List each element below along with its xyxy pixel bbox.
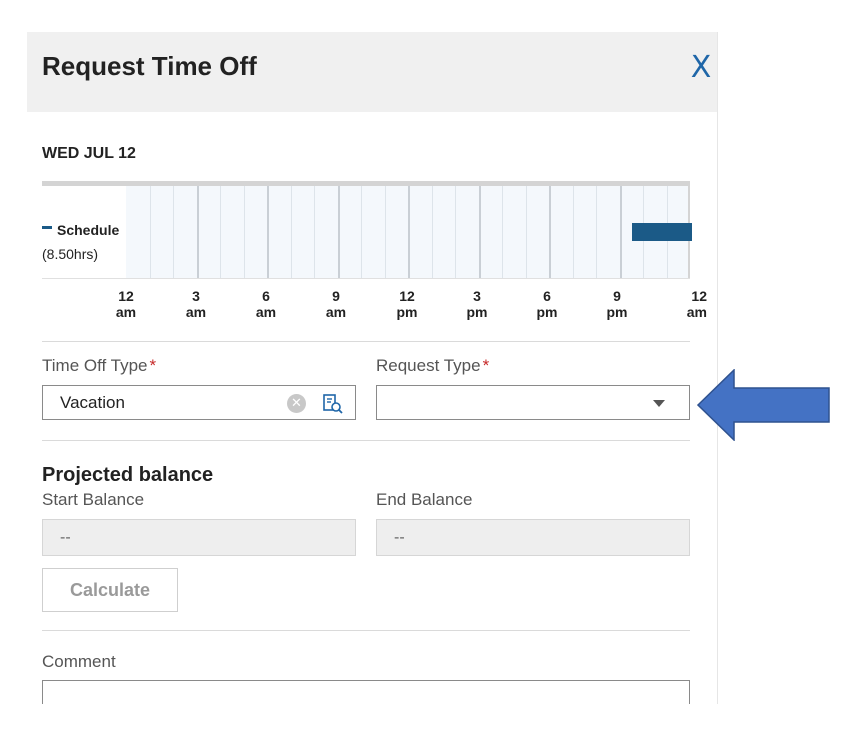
end-balance-label: End Balance (376, 490, 473, 509)
schedule-timeline: Schedule (8.50hrs) (42, 181, 692, 279)
divider (42, 630, 690, 631)
tick-label: 3 am (176, 288, 216, 320)
timeline-hour-gridline (385, 186, 386, 278)
timeline-hour-gridline (432, 186, 433, 278)
start-balance-label: Start Balance (42, 490, 145, 509)
timeline-hour-gridline (620, 186, 622, 278)
start-balance-field: -- (42, 519, 356, 556)
tick-hour: 12 (399, 288, 415, 304)
arrow-left-icon (697, 369, 830, 441)
divider (42, 341, 690, 342)
tick-hour: 6 (543, 288, 551, 304)
close-icon[interactable]: X (687, 50, 715, 86)
tick-label: 6 am (246, 288, 286, 320)
timeline-hour-gridline (526, 186, 527, 278)
tick-label: 9 pm (597, 288, 637, 320)
timeline-hour-gridline (549, 186, 551, 278)
timeline-baseline (42, 278, 690, 279)
timeline-grid (126, 186, 690, 278)
tick-hour: 12 (118, 288, 134, 304)
tick-ampm: pm (606, 304, 628, 320)
tick-ampm: am (325, 304, 347, 320)
chevron-down-icon[interactable] (653, 400, 665, 407)
tick-ampm: pm (536, 304, 558, 320)
timeline-hour-gridline (338, 186, 340, 278)
tick-ampm: pm (466, 304, 488, 320)
start-balance-value: -- (60, 529, 71, 546)
end-balance-field: -- (376, 519, 690, 556)
timeline-hour-gridline (361, 186, 362, 278)
required-marker: * (482, 356, 490, 375)
timeline-hour-gridline (197, 186, 199, 278)
timeline-hour-gridline (244, 186, 245, 278)
schedule-shift-bar[interactable] (632, 223, 692, 241)
clear-circle-icon[interactable]: ✕ (287, 394, 306, 413)
timeline-hour-gridline (573, 186, 574, 278)
schedule-legend-hours: (8.50hrs) (42, 246, 99, 262)
tick-label: 9 am (316, 288, 356, 320)
time-off-type-field[interactable]: Vacation ✕ (42, 385, 356, 420)
comment-label: Comment (42, 652, 116, 671)
panel-title: Request Time Off (42, 51, 257, 81)
required-marker: * (149, 356, 157, 375)
tick-hour: 3 (473, 288, 481, 304)
tick-label: 12 am (106, 288, 146, 320)
tick-label: 3 pm (457, 288, 497, 320)
tick-hour: 12 (691, 288, 707, 304)
tick-label: 12 am (669, 288, 707, 320)
tick-label: 12 pm (387, 288, 427, 320)
tick-hour: 9 (613, 288, 621, 304)
tick-ampm: am (255, 304, 277, 320)
schedule-date: WED JUL 12 (42, 145, 136, 162)
timeline-hour-gridline (408, 186, 410, 278)
timeline-hour-gridline (220, 186, 221, 278)
schedule-legend-label: Schedule (57, 222, 120, 238)
projected-balance-title: Projected balance (42, 464, 214, 486)
divider (42, 440, 690, 441)
timeline-hour-gridline (479, 186, 481, 278)
request-type-label-text: Request Type (376, 356, 481, 375)
timeline-hour-gridline (455, 186, 456, 278)
timeline-hour-gridline (267, 186, 269, 278)
timeline-hour-gridline (314, 186, 315, 278)
schedule-legend-swatch (42, 226, 52, 229)
tick-hour: 3 (192, 288, 200, 304)
lookup-search-icon[interactable] (322, 393, 344, 415)
tick-ampm: am (185, 304, 207, 320)
time-off-type-label: Time Off Type * (42, 356, 156, 376)
timeline-hour-gridline (502, 186, 503, 278)
time-off-type-value: Vacation (60, 393, 125, 412)
time-off-type-label-text: Time Off Type (42, 356, 148, 375)
comment-textarea[interactable] (42, 680, 690, 704)
request-type-label: Request Type * (376, 356, 489, 376)
request-time-off-panel: Request Time Off X WED JUL 12 Schedule (… (27, 32, 718, 704)
panel-header: Request Time Off X (27, 32, 717, 112)
tick-hour: 9 (332, 288, 340, 304)
tick-hour: 6 (262, 288, 270, 304)
timeline-hour-gridline (596, 186, 597, 278)
tick-ampm: am (686, 304, 707, 320)
request-type-dropdown[interactable] (376, 385, 690, 420)
calculate-button[interactable]: Calculate (42, 568, 178, 612)
tick-ampm: pm (396, 304, 418, 320)
end-balance-value: -- (394, 529, 405, 546)
timeline-hour-gridline (291, 186, 292, 278)
timeline-hour-gridline (150, 186, 151, 278)
tick-label: 6 pm (527, 288, 567, 320)
tick-ampm: am (115, 304, 137, 320)
timeline-hour-gridline (173, 186, 174, 278)
